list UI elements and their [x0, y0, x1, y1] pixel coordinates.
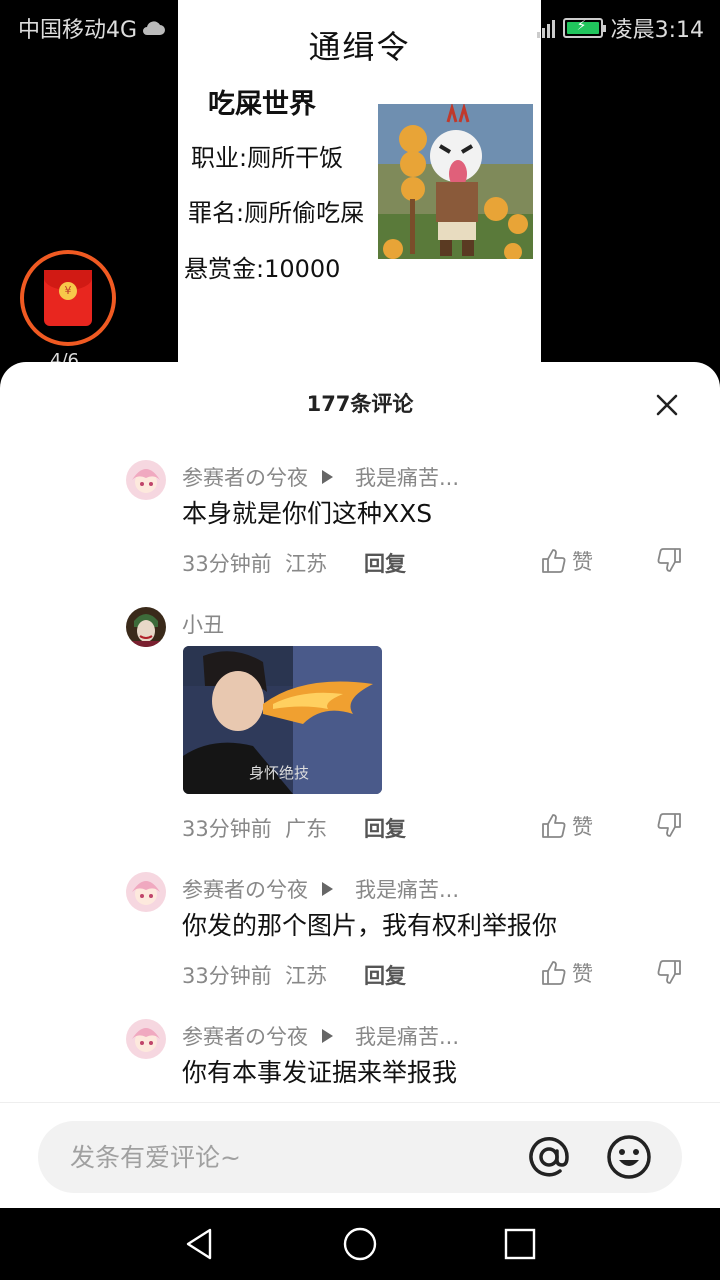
system-nav-bar [0, 1208, 720, 1280]
comment-input[interactable] [70, 1139, 490, 1175]
cloud-icon [143, 21, 166, 35]
like-label: 赞 [572, 962, 593, 986]
reply-arrow-icon [322, 1029, 333, 1043]
red-packet-button[interactable]: ¥ [20, 250, 116, 346]
status-bar: 中国移动4G ⚡ 凌晨3:14 [0, 0, 720, 50]
reply-button[interactable]: 回复 [364, 548, 406, 578]
thumbs-down-icon[interactable] [652, 811, 684, 841]
clock: 凌晨3:14 [610, 18, 704, 43]
emoji-icon[interactable] [605, 1133, 653, 1181]
poster-name: 吃屎世界 [208, 89, 316, 120]
reply-target[interactable]: 我是痛苦... [355, 874, 459, 904]
image-caption: 身怀绝技 [249, 764, 310, 782]
battery-icon: ⚡ [562, 18, 606, 38]
avatar[interactable] [126, 872, 166, 912]
reply-button[interactable]: 回复 [364, 813, 406, 843]
like-button[interactable]: 赞 [540, 546, 593, 576]
comment-username[interactable]: 参赛者の兮夜 [182, 874, 308, 904]
back-icon[interactable] [182, 1226, 218, 1262]
comment-username[interactable]: 参赛者の兮夜 [182, 1021, 308, 1051]
comment-time: 33分钟前 [182, 964, 272, 988]
reply-button[interactable]: 回复 [364, 960, 406, 990]
reply-target[interactable]: 我是痛苦... [355, 1021, 459, 1051]
poster-occupation: 职业:厕所干饭 [191, 144, 344, 172]
video-area[interactable]: 通缉令 吃屎世界 职业:厕所干饭 罪名:厕所偷吃屎 悬赏金:10000 ¥ 4/… [0, 0, 720, 380]
comment-image[interactable]: 身怀绝技 [183, 646, 382, 794]
recents-icon[interactable] [502, 1226, 538, 1262]
comment-username[interactable]: 参赛者の兮夜 [182, 462, 308, 492]
comment-text: 你发的那个图片，我有权利举报你 [182, 911, 558, 940]
like-button[interactable]: 赞 [540, 811, 593, 841]
comment-location: 江苏 [285, 552, 328, 576]
mention-icon[interactable] [525, 1133, 573, 1181]
avatar[interactable] [126, 460, 166, 500]
avatar[interactable] [126, 1019, 166, 1059]
like-label: 赞 [572, 550, 593, 574]
comments-sheet: 177条评论 参赛者の兮夜 我是痛苦... 本身就是你们这种XXS 33分钟前 … [0, 362, 720, 1208]
comment-location: 江苏 [285, 964, 328, 988]
thumbs-up-icon [542, 814, 566, 838]
avatar[interactable] [126, 607, 166, 647]
like-button[interactable]: 赞 [540, 958, 593, 988]
poster-photo [378, 104, 533, 259]
home-icon[interactable] [342, 1226, 378, 1262]
close-icon[interactable] [652, 390, 682, 420]
comment-input-bar [0, 1102, 720, 1208]
thumbs-up-icon [542, 961, 566, 985]
thumbs-down-icon[interactable] [652, 958, 684, 988]
comment-input-container[interactable] [38, 1121, 682, 1193]
reply-arrow-icon [322, 470, 333, 484]
comment-username[interactable]: 小丑 [182, 609, 224, 639]
poster-crime: 罪名:厕所偷吃屎 [188, 199, 365, 227]
comment-time: 33分钟前 [182, 552, 272, 576]
wanted-poster: 通缉令 吃屎世界 职业:厕所干饭 罪名:厕所偷吃屎 悬赏金:10000 [178, 0, 541, 380]
comment-text: 你有本事发证据来举报我 [182, 1058, 458, 1087]
poster-bounty: 悬赏金:10000 [184, 255, 341, 283]
reply-target[interactable]: 我是痛苦... [355, 462, 459, 492]
red-envelope-icon: ¥ [44, 270, 92, 326]
thumbs-down-icon[interactable] [652, 546, 684, 576]
thumbs-up-icon [542, 549, 566, 573]
reply-arrow-icon [322, 882, 333, 896]
carrier-label: 中国移动4G [18, 18, 138, 43]
comment-location: 广东 [285, 817, 328, 841]
comment-time: 33分钟前 [182, 817, 272, 841]
comment-text: 本身就是你们这种XXS [182, 499, 433, 528]
comments-count-title: 177条评论 [306, 392, 414, 416]
signal-icon [536, 18, 555, 38]
like-label: 赞 [572, 815, 593, 839]
